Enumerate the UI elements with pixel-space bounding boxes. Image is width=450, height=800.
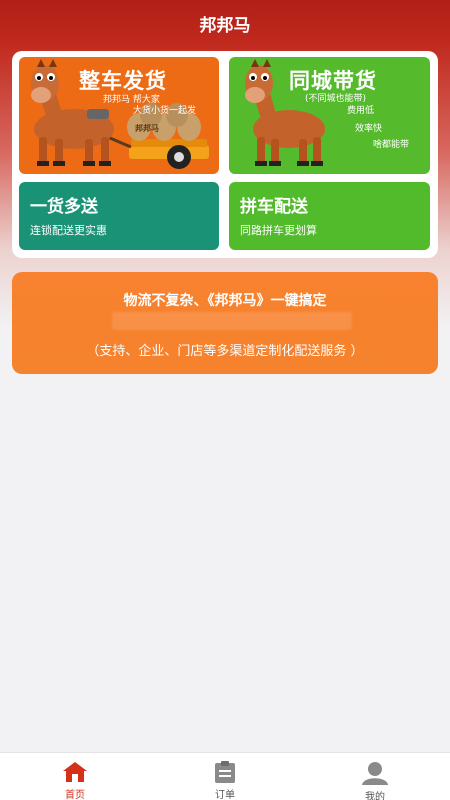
whole-truck-title: 整车发货	[79, 69, 167, 93]
whole-truck-line-2: 大货小货一起发	[133, 106, 197, 116]
tab-orders[interactable]: 订单	[150, 753, 300, 800]
app-screen: 邦邦马 整车发货 邦邦马 帮大家 大货小货一起发 邦邦马 同城带货 (不同城也能…	[0, 0, 450, 800]
app-title: 邦邦马	[199, 15, 251, 36]
top-bar: 邦邦马	[0, 0, 450, 46]
bottom-tab-bar: 首页 订单 我的	[0, 752, 450, 800]
same-city-feature-3: 啥都能带	[373, 140, 410, 150]
promo-subtitle: （支持、企业、门店等多渠道定制化配送服务 ）	[86, 344, 364, 359]
promo-title: 物流不复杂、《邦邦马》一键搞定	[123, 293, 327, 309]
order-clipboard-icon	[213, 761, 237, 783]
multi-delivery-subtitle: 连锁配送更实惠	[30, 224, 107, 237]
home-icon	[61, 761, 89, 783]
shared-truck-tile[interactable]: 拼车配送 同路拼车更划算	[229, 182, 430, 250]
tab-profile[interactable]: 我的	[300, 753, 450, 800]
same-city-feature-2: 效率快	[355, 124, 383, 134]
promo-divider	[112, 312, 352, 330]
shared-truck-subtitle: 同路拼车更划算	[240, 224, 317, 237]
tab-home[interactable]: 首页	[0, 753, 150, 800]
shared-truck-title: 拼车配送	[240, 197, 308, 217]
whole-truck-tile[interactable]: 整车发货 邦邦马 帮大家 大货小货一起发 邦邦马	[19, 57, 219, 174]
multi-delivery-title: 一货多送	[30, 197, 98, 217]
profile-icon	[361, 761, 389, 785]
sack-label: 邦邦马	[135, 124, 159, 133]
tab-home-label: 首页	[65, 790, 85, 800]
multi-delivery-tile[interactable]: 一货多送 连锁配送更实惠	[19, 182, 219, 250]
same-city-tile[interactable]: 同城带货 (不同城也能带) 费用低 效率快 啥都能带	[229, 57, 430, 174]
same-city-feature-1: 费用低	[347, 106, 375, 116]
promo-banner[interactable]: 物流不复杂、《邦邦马》一键搞定 （支持、企业、门店等多渠道定制化配送服务 ）	[12, 272, 438, 374]
service-card-panel: 整车发货 邦邦马 帮大家 大货小货一起发 邦邦马 同城带货 (不同城也能带) 费…	[12, 51, 438, 258]
tab-profile-label: 我的	[365, 792, 385, 800]
tab-orders-label: 订单	[215, 790, 235, 800]
